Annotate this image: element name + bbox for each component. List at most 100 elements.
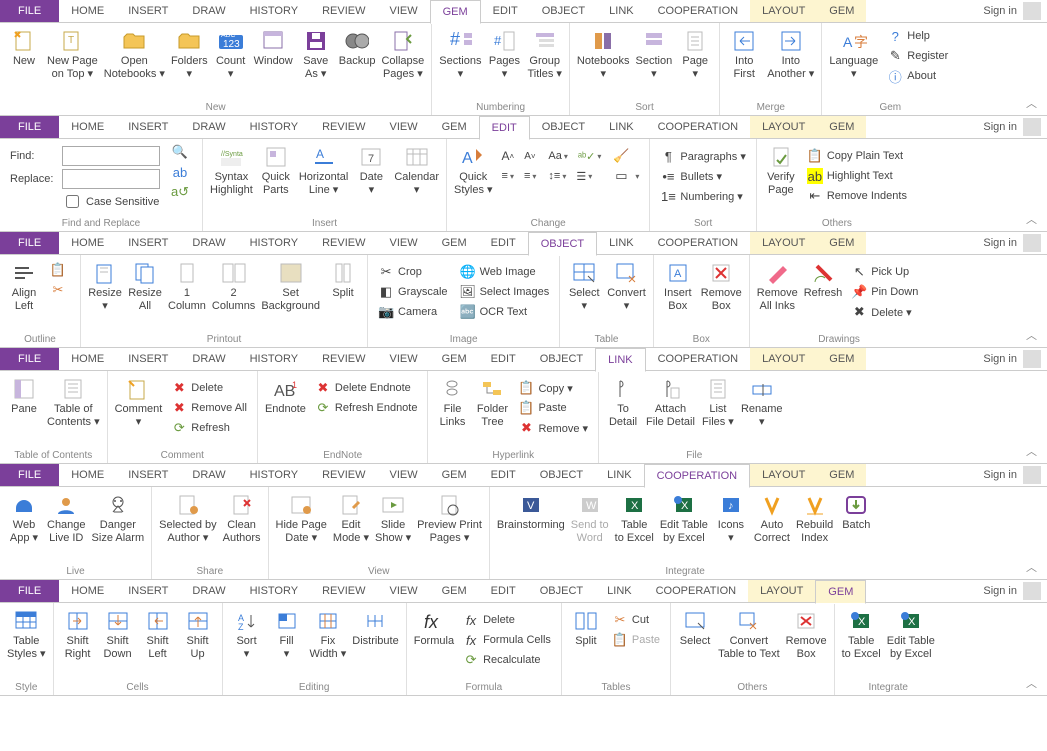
tab-review[interactable]: REVIEW (310, 0, 377, 22)
delete-formula-button[interactable]: fxDelete (459, 610, 555, 630)
date-button[interactable]: 7Date ▾ (351, 142, 391, 198)
tab-draw[interactable]: DRAW (180, 0, 237, 22)
resize-button[interactable]: Resize ▾ (85, 258, 125, 314)
edit-mode-button[interactable]: Edit Mode ▾ (330, 490, 372, 546)
crop-button[interactable]: ✂Crop (374, 262, 452, 282)
web-app-button[interactable]: Web App ▾ (4, 490, 44, 546)
remove-box-table-button[interactable]: Remove Box (783, 606, 830, 662)
spelling-icon[interactable]: ᵃᵇ✓ (574, 146, 605, 166)
about-button[interactable]: ⓘAbout (883, 66, 952, 86)
avatar-icon[interactable] (1023, 2, 1041, 20)
remove-link-button[interactable]: ✖Remove ▾ (514, 418, 592, 438)
help-button[interactable]: ?Help (883, 26, 952, 46)
recalculate-button[interactable]: ⟳Recalculate (459, 650, 555, 670)
tab-gem-layout-sel[interactable]: GEM (815, 580, 866, 604)
resize-all-button[interactable]: Resize All (125, 258, 165, 314)
tab-cooperation[interactable]: COOPERATION (646, 0, 750, 22)
grow-font-icon[interactable]: A˄ (498, 146, 519, 166)
tab-link-sel[interactable]: LINK (595, 348, 645, 372)
sort-page-button[interactable]: Page ▾ (675, 26, 715, 82)
rebuild-index-button[interactable]: Rebuild Index (793, 490, 836, 546)
sort-section-button[interactable]: Section ▾ (633, 26, 676, 82)
cut-icon[interactable]: ✂ (46, 280, 74, 300)
one-column-button[interactable]: 1 Column (165, 258, 209, 314)
remove-indents-button[interactable]: ⇤Remove Indents (803, 186, 911, 206)
copy-link-button[interactable]: 📋Copy ▾ (514, 378, 592, 398)
delete-drawing-button[interactable]: ✖Delete ▾ (847, 302, 922, 322)
tab-view[interactable]: VIEW (377, 0, 429, 22)
tab-object[interactable]: OBJECT (530, 0, 597, 22)
format-dropdown[interactable]: ▭ (609, 166, 643, 186)
find-icon[interactable]: 🔍 (168, 142, 196, 162)
remove-all-comments-button[interactable]: ✖Remove All (167, 398, 251, 418)
quick-styles-button[interactable]: AQuick Styles ▾ (451, 142, 496, 198)
backup-button[interactable]: Backup (336, 26, 379, 70)
refresh-endnote-button[interactable]: ⟳Refresh Endnote (311, 398, 422, 418)
shift-down-button[interactable]: Shift Down (98, 606, 138, 662)
tab-insert[interactable]: INSERT (116, 0, 180, 22)
split-table-button[interactable]: Split (566, 606, 606, 650)
auto-correct-button[interactable]: Auto Correct (751, 490, 793, 546)
sign-in[interactable]: Sign in (983, 5, 1017, 17)
sections-button[interactable]: #Sections ▾ (436, 26, 484, 82)
into-another-button[interactable]: Into Another ▾ (764, 26, 817, 82)
shift-left-button[interactable]: Shift Left (138, 606, 178, 662)
collapse-ribbon-icon[interactable]: ︿ (1016, 91, 1047, 115)
remove-box-button[interactable]: Remove Box (698, 258, 745, 314)
tab-layout[interactable]: LAYOUT (750, 0, 817, 22)
remove-all-inks-button[interactable]: Remove All Inks (754, 258, 801, 314)
clear-format-icon[interactable]: 🧹 (609, 146, 643, 166)
folders-button[interactable]: Folders ▾ (168, 26, 211, 82)
tab-object-sel[interactable]: OBJECT (528, 232, 597, 256)
shift-up-button[interactable]: Shift Up (178, 606, 218, 662)
sort-notebooks-button[interactable]: Notebooks ▾ (574, 26, 633, 82)
pick-up-button[interactable]: ↖Pick Up (847, 262, 922, 282)
list-dropdown[interactable]: ☰ (572, 166, 596, 186)
send-to-word-button[interactable]: WSend to Word (568, 490, 612, 546)
syntax-highlight-button[interactable]: //SyntaxSyntax Highlight (207, 142, 256, 198)
change-live-id-button[interactable]: Change Live ID (44, 490, 89, 546)
set-background-button[interactable]: Set Background (258, 258, 323, 314)
cut-table-button[interactable]: ✂Cut (608, 610, 664, 630)
horizontal-line-button[interactable]: AHorizontal Line ▾ (296, 142, 352, 198)
sort-numbering-button[interactable]: 1≡Numbering ▾ (656, 186, 749, 206)
insert-box-button[interactable]: AInsert Box (658, 258, 698, 314)
danger-size-alarm-button[interactable]: Danger Size Alarm (89, 490, 148, 546)
quick-parts-button[interactable]: Quick Parts (256, 142, 296, 198)
calendar-button[interactable]: Calendar ▾ (391, 142, 442, 198)
window-button[interactable]: Window (251, 26, 296, 70)
copy-icon[interactable]: 📋 (46, 260, 74, 280)
find-input[interactable] (62, 146, 160, 166)
refresh-comments-button[interactable]: ⟳Refresh (167, 418, 251, 438)
tab-gem[interactable]: GEM (430, 0, 481, 24)
outdent-dropdown[interactable]: ≡ (520, 166, 540, 186)
grayscale-button[interactable]: ◧Grayscale (374, 282, 452, 302)
ocr-text-button[interactable]: 🔤OCR Text (456, 302, 554, 322)
table-to-excel-button[interactable]: XTable to Excel (612, 490, 657, 546)
hide-page-date-button[interactable]: Hide Page Date ▾ (273, 490, 330, 546)
tab-edit[interactable]: EDIT (481, 0, 530, 22)
convert-table-to-text-button[interactable]: Convert Table to Text (715, 606, 783, 662)
formula-cells-button[interactable]: fxFormula Cells (459, 630, 555, 650)
two-columns-button[interactable]: 2 Columns (209, 258, 258, 314)
tab-edit-sel[interactable]: EDIT (479, 116, 530, 140)
language-button[interactable]: A字Language ▾ (826, 26, 881, 82)
edit-table-by-excel-2-button[interactable]: XEdit Table by Excel (884, 606, 938, 662)
pane-button[interactable]: Pane (4, 374, 44, 418)
select-table-button[interactable]: Select (675, 606, 715, 650)
clean-authors-button[interactable]: Clean Authors (220, 490, 264, 546)
brainstorming-button[interactable]: VBrainstorming (494, 490, 568, 534)
paste-link-button[interactable]: 📋Paste (514, 398, 592, 418)
count-button[interactable]: ABC123Count ▾ (211, 26, 251, 82)
fill-button[interactable]: Fill ▾ (267, 606, 307, 662)
tab-gem2[interactable]: GEM (817, 0, 866, 22)
shrink-font-icon[interactable]: A˅ (520, 146, 539, 166)
list-files-button[interactable]: List Files ▾ (698, 374, 738, 430)
table-convert-button[interactable]: Convert ▾ (604, 258, 649, 314)
pin-down-button[interactable]: 📌Pin Down (847, 282, 922, 302)
batch-button[interactable]: Batch (836, 490, 876, 534)
align-left-button[interactable]: Align Left (4, 258, 44, 314)
camera-button[interactable]: 📷Camera (374, 302, 452, 322)
comment-button[interactable]: Comment ▾ (112, 374, 166, 430)
case-sensitive-checkbox[interactable] (66, 195, 79, 208)
